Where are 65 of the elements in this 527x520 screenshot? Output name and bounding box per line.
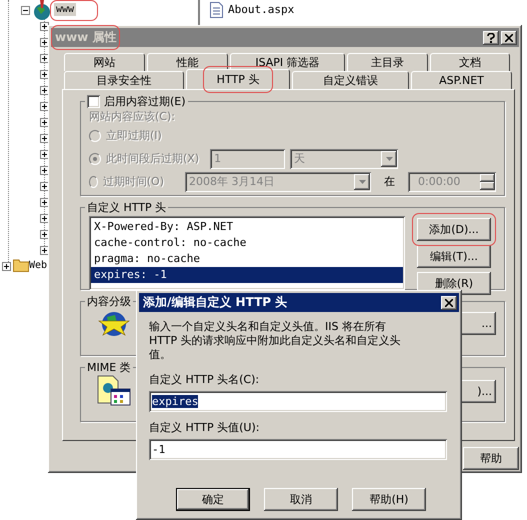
expand-icon[interactable] [40,230,49,239]
expand-icon[interactable] [40,118,49,127]
header-button[interactable]: 添加(D)... [417,218,491,241]
expand-icon[interactable] [40,214,49,223]
expand-icon[interactable] [40,246,49,255]
list-item[interactable]: expires: -1 [91,267,403,283]
dialog-title: 添加/编辑自定义 HTTP 头 [143,294,288,311]
spin-up-button[interactable] [480,174,495,182]
header-list[interactable]: X-Powered-By: ASP.NET cache-control: no-cache pragma: no-cache expires: -1 [89,216,405,290]
input-field[interactable]: expires [149,391,447,412]
group-label: 自定义 HTTP 头 [87,200,166,215]
list-item[interactable]: pragma: no-cache [91,251,403,267]
dialog-button[interactable]: 确定 [176,488,250,511]
expand-icon[interactable] [40,86,49,95]
close-icon[interactable] [441,296,457,310]
dialog-button[interactable]: 取消 [264,488,338,511]
collapse-icon[interactable] [21,6,30,15]
window-title: www 属性 [55,29,116,46]
input-field[interactable]: -1 [149,439,447,460]
help-button[interactable]: 帮助 [463,447,519,470]
checkbox[interactable] [87,95,100,108]
tab[interactable]: ASP.NET [411,71,512,89]
dropdown-button[interactable] [354,174,370,190]
dialog-button[interactable]: 帮助(H) [352,488,426,511]
prompt-label: 网站内容应该(C): [89,110,175,123]
globe-icon [33,0,51,22]
tab[interactable]: 目录安全性 [64,71,184,89]
close-icon[interactable] [501,30,517,44]
expand-icon[interactable] [2,262,11,271]
header-button[interactable]: 编辑(T)... [417,245,491,268]
expand-icon[interactable] [40,70,49,79]
expand-icon[interactable] [40,134,49,143]
caret-icon [358,180,366,184]
dropdown-button[interactable] [381,150,398,166]
tab[interactable]: 自定义错误 [292,71,409,89]
expand-icon[interactable] [40,198,49,207]
expand-icon[interactable] [40,38,49,47]
tab[interactable]: 主目录 [347,53,428,71]
expand-icon[interactable] [40,150,49,159]
group-label: MIME 类 [87,360,131,375]
tab[interactable]: 性能 [147,53,228,71]
description-text: 输入一个自定义头名和自定义头值。IIS 将在所有 HTTP 头的请求响应中附加此自定义头名和自定义头值。 [149,320,402,362]
field-label: 自定义 HTTP 头名(C): [149,372,260,387]
mime-document-icon [97,375,131,407]
expand-icon[interactable] [40,166,49,175]
folder-icon [13,258,29,272]
rating-globe-icon [97,309,131,337]
group-label: 内容分级 [87,294,131,309]
expand-icon[interactable] [40,54,49,63]
tab[interactable]: 文档 [430,53,510,71]
help-icon[interactable] [483,30,499,44]
tree-node[interactable]: Web [29,260,48,271]
list-item[interactable]: X-Powered-By: ASP.NET [91,219,403,235]
field-label: 自定义 HTTP 头值(U): [149,420,260,435]
expand-icon[interactable] [40,182,49,191]
expand-icon[interactable] [40,102,49,111]
checkbox-label[interactable]: 启用内容过期(E) [104,94,186,109]
caret-icon [386,156,393,160]
tab[interactable]: ISAPI 筛选器 [230,53,345,71]
expand-icon[interactable] [40,22,49,31]
file-name[interactable]: About.aspx [228,3,294,16]
tree-node[interactable]: www [54,3,76,16]
list-item[interactable]: cache-control: no-cache [91,235,403,251]
at-label: 在 [384,174,395,189]
tab[interactable]: 网站 [64,53,145,71]
